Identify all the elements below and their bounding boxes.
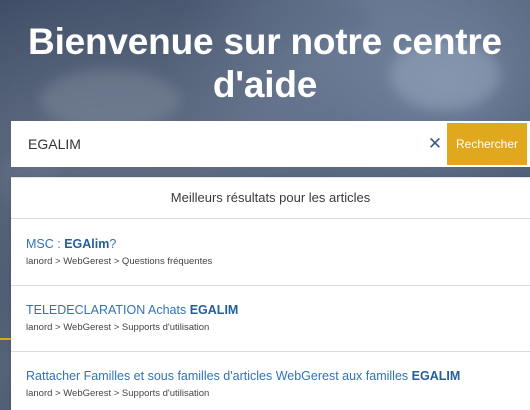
search-input[interactable] xyxy=(11,121,447,167)
result-breadcrumb: lanord > WebGerest > Questions fréquente… xyxy=(26,256,213,267)
result-title-text: Rattacher Familles et sous familles d'ar… xyxy=(26,369,412,383)
close-icon[interactable]: ✕ xyxy=(426,134,444,153)
result-breadcrumb: lanord > WebGerest > Supports d'utilisat… xyxy=(26,322,210,333)
result-breadcrumb: lanord > WebGerest > Supports d'utilisat… xyxy=(26,388,210,399)
list-item[interactable]: Rattacher Familles et sous familles d'ar… xyxy=(11,352,530,410)
list-item[interactable]: TELEDECLARATION Achats EGALIM lanord > W… xyxy=(11,286,530,352)
result-title-match: EGALIM xyxy=(411,369,461,383)
list-item[interactable]: MSC : EGAlim? lanord > WebGerest > Quest… xyxy=(11,220,530,286)
result-title-text: TELEDECLARATION Achats xyxy=(26,303,190,317)
result-title-text: MSC : xyxy=(26,237,65,251)
result-title-text: ? xyxy=(109,237,117,251)
search-bar: ✕ Rechercher xyxy=(11,121,530,167)
page-title: Bienvenue sur notre centre d'aide xyxy=(0,20,530,106)
result-title[interactable]: Rattacher Familles et sous familles d'ar… xyxy=(26,369,460,383)
result-title[interactable]: MSC : EGAlim? xyxy=(26,237,116,251)
results-header: Meilleurs résultats pour les articles xyxy=(11,178,530,219)
result-title[interactable]: TELEDECLARATION Achats EGALIM xyxy=(26,303,238,317)
accent-divider xyxy=(0,338,11,340)
result-title-match: EGAlim xyxy=(64,237,110,251)
page-title-line2: d'aide xyxy=(212,64,318,105)
search-results-dropdown: Meilleurs résultats pour les articles MS… xyxy=(11,177,530,410)
search-button[interactable]: Rechercher xyxy=(447,123,527,165)
result-title-match: EGALIM xyxy=(189,303,239,317)
page-title-line1: Bienvenue sur notre centre xyxy=(28,21,502,62)
